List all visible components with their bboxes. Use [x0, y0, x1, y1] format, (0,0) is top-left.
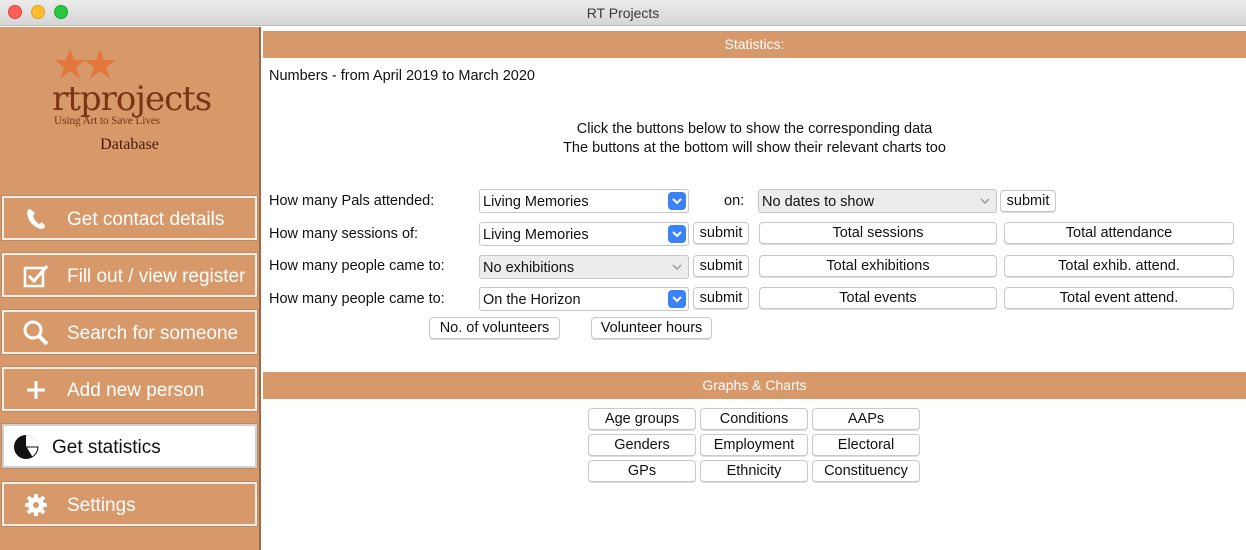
sidebar-item-label: Add new person	[67, 380, 205, 401]
sidebar-item-label: Get statistics	[52, 437, 161, 458]
logo-text: rtprojects	[52, 79, 212, 119]
ethnicity-button[interactable]: Ethnicity	[700, 460, 808, 482]
events-select[interactable]: On the Horizon	[479, 287, 689, 311]
chevron-down-icon	[672, 264, 682, 271]
aaps-button[interactable]: AAPs	[812, 408, 920, 430]
dates-value: No dates to show	[762, 194, 875, 210]
volunteers-count-button[interactable]: No. of volunteers	[429, 317, 560, 339]
total-attendance-button[interactable]: Total attendance	[1004, 222, 1234, 244]
exhibitions-value: No exhibitions	[483, 260, 575, 276]
instruction-text-1: Click the buttons below to show the corr…	[576, 121, 933, 137]
sidebar-item-label: Fill out / view register	[67, 266, 246, 287]
conditions-button[interactable]: Conditions	[700, 408, 808, 430]
statistics-header: Statistics:	[263, 31, 1246, 58]
gear-icon	[25, 494, 47, 516]
chevron-down-icon	[980, 198, 990, 205]
events-label: How many people came to:	[269, 291, 445, 307]
exhibitions-label: How many people came to:	[269, 258, 445, 274]
sessions-programme-value: Living Memories	[483, 227, 589, 243]
pie-chart-icon	[14, 435, 39, 459]
search-icon	[23, 320, 49, 346]
events-submit-button[interactable]: submit	[693, 287, 749, 309]
chevron-down-icon	[668, 192, 686, 210]
pals-submit-button[interactable]: submit	[1000, 190, 1056, 212]
sidebar-item-search[interactable]: Search for someone	[2, 310, 257, 354]
pals-programme-select[interactable]: Living Memories	[479, 189, 689, 213]
exhibitions-select[interactable]: No exhibitions	[479, 255, 689, 279]
sidebar-item-add-person[interactable]: Add new person	[2, 367, 257, 411]
employment-button[interactable]: Employment	[700, 434, 808, 456]
title-bar: RT Projects	[0, 0, 1246, 26]
logo-subtitle: Database	[100, 136, 159, 153]
sidebar-item-label: Get contact details	[67, 209, 225, 230]
app-window: RT Projects rtprojects Using Art to Save…	[0, 0, 1246, 550]
pals-programme-value: Living Memories	[483, 194, 589, 210]
sidebar-item-register[interactable]: Fill out / view register	[2, 253, 257, 297]
age-groups-button[interactable]: Age groups	[588, 408, 696, 430]
logo-tagline: Using Art to Save Lives	[54, 115, 160, 127]
volunteer-hours-button[interactable]: Volunteer hours	[591, 317, 712, 339]
total-event-attend-button[interactable]: Total event attend.	[1004, 287, 1234, 309]
pals-attended-label: How many Pals attended:	[269, 193, 435, 209]
constituency-button[interactable]: Constituency	[812, 460, 920, 482]
phone-icon	[27, 209, 45, 229]
statistics-panel: Statistics: Numbers - from April 2019 to…	[263, 27, 1246, 550]
sidebar-item-statistics[interactable]: Get statistics	[2, 424, 257, 468]
sessions-submit-button[interactable]: submit	[693, 222, 749, 244]
events-value: On the Horizon	[483, 292, 581, 308]
sidebar-item-label: Settings	[67, 495, 136, 516]
checkbox-icon	[23, 265, 49, 288]
dates-select[interactable]: No dates to show	[758, 189, 997, 213]
exhibitions-submit-button[interactable]: submit	[693, 255, 749, 277]
total-sessions-button[interactable]: Total sessions	[759, 222, 997, 244]
electoral-button[interactable]: Electoral	[812, 434, 920, 456]
sidebar-item-contact-details[interactable]: Get contact details	[2, 196, 257, 240]
graphs-header: Graphs & Charts	[263, 372, 1246, 399]
sidebar-item-label: Search for someone	[67, 323, 239, 344]
logo: rtprojects Using Art to Save Lives Datab…	[0, 27, 259, 192]
total-exhibitions-button[interactable]: Total exhibitions	[759, 255, 997, 277]
sidebar-item-settings[interactable]: Settings	[2, 482, 257, 526]
period-text: Numbers - from April 2019 to March 2020	[269, 68, 535, 84]
sessions-programme-select[interactable]: Living Memories	[479, 222, 689, 246]
sessions-label: How many sessions of:	[269, 226, 419, 242]
sidebar: rtprojects Using Art to Save Lives Datab…	[0, 27, 261, 550]
on-label: on:	[724, 193, 745, 209]
chevron-down-icon	[668, 225, 686, 243]
window-title: RT Projects	[586, 5, 660, 21]
instruction-text-2: The buttons at the bottom will show thei…	[563, 140, 946, 156]
genders-button[interactable]: Genders	[588, 434, 696, 456]
plus-icon	[27, 381, 45, 399]
chevron-down-icon	[668, 290, 686, 308]
gps-button[interactable]: GPs	[588, 460, 696, 482]
total-events-button[interactable]: Total events	[759, 287, 997, 309]
total-exhib-attend-button[interactable]: Total exhib. attend.	[1004, 255, 1234, 277]
